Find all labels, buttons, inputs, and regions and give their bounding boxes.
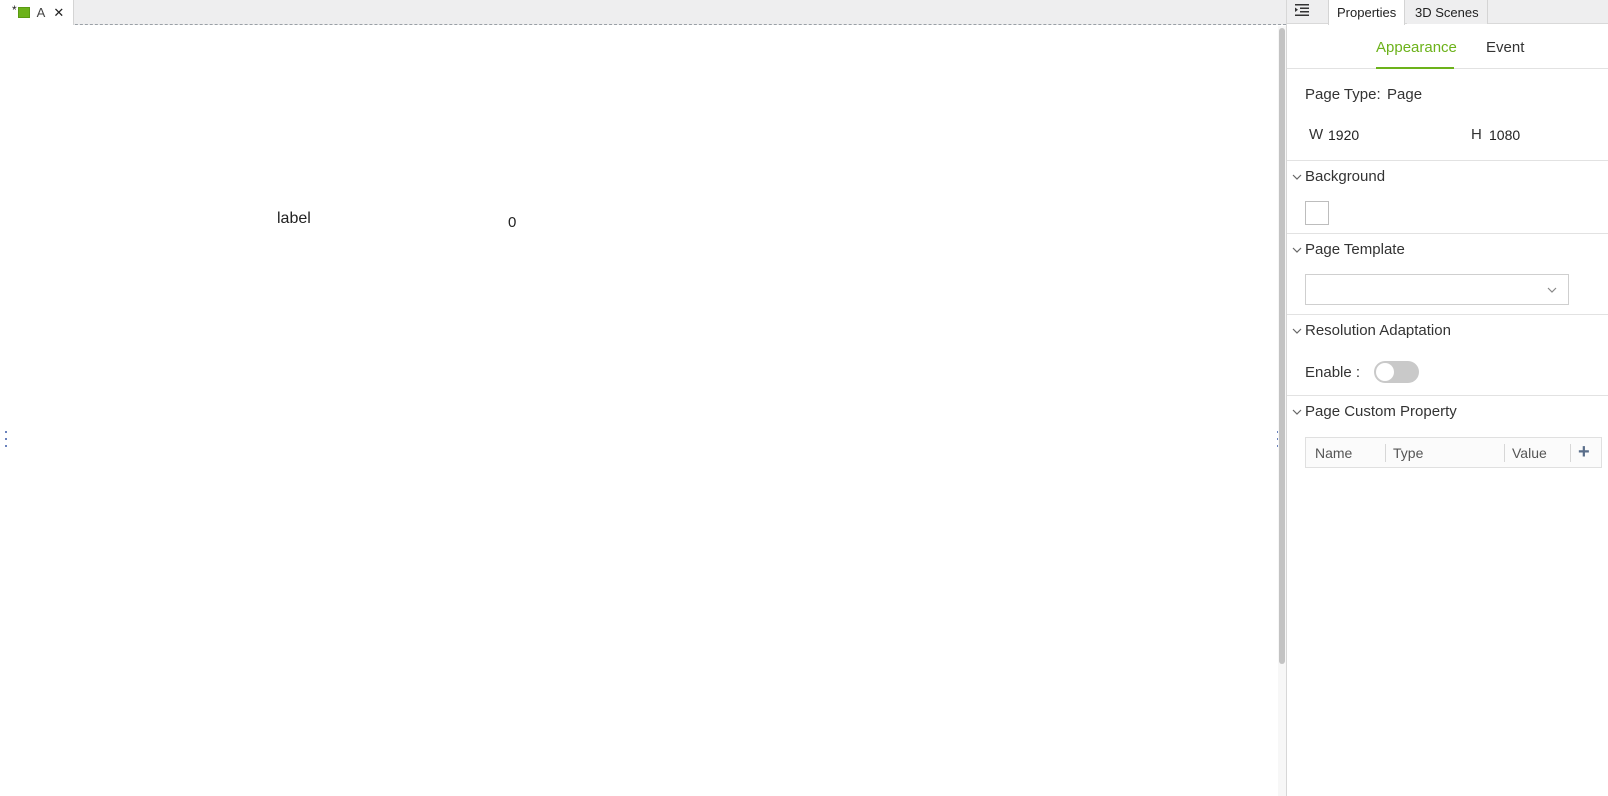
page-icon <box>17 7 30 18</box>
column-separator <box>1385 444 1386 462</box>
height-label: H <box>1471 126 1482 143</box>
subtab-appearance[interactable]: Appearance <box>1376 39 1457 56</box>
chevron-down-icon <box>1292 328 1302 334</box>
chevron-down-icon <box>1292 247 1302 253</box>
height-value[interactable]: 1080 <box>1489 127 1520 143</box>
enable-label: Enable : <box>1305 364 1361 381</box>
width-value[interactable]: 1920 <box>1328 127 1359 143</box>
left-splitter-handle[interactable] <box>4 431 8 447</box>
column-header-value[interactable]: Value <box>1512 445 1547 461</box>
canvas-label-widget[interactable]: label <box>277 210 311 228</box>
toggle-knob <box>1376 363 1394 381</box>
column-separator <box>1570 444 1571 462</box>
column-header-type[interactable]: Type <box>1393 445 1423 461</box>
divider <box>1287 160 1608 161</box>
close-icon[interactable]: ✕ <box>53 5 64 21</box>
plus-icon[interactable]: + <box>1578 442 1590 462</box>
page-type-label: Page Type: <box>1305 86 1381 103</box>
outline-icon[interactable] <box>1295 3 1309 17</box>
page-template-select[interactable] <box>1305 274 1569 305</box>
section-resolution-header[interactable]: Resolution Adaptation <box>1291 322 1451 339</box>
section-custom-property-header[interactable]: Page Custom Property <box>1291 403 1457 420</box>
editor-area: * A ✕ label 0 <box>0 0 1286 796</box>
canvas-number-widget[interactable]: 0 <box>508 214 516 231</box>
section-background-title: Background <box>1305 168 1386 185</box>
section-page-template-title: Page Template <box>1305 241 1405 258</box>
section-page-template-header[interactable]: Page Template <box>1291 241 1405 258</box>
chevron-down-icon <box>1292 174 1302 180</box>
section-custom-property-title: Page Custom Property <box>1305 403 1457 420</box>
panel-tab-bar: Properties 3D Scenes <box>1287 0 1608 25</box>
divider <box>1287 233 1608 234</box>
resolution-enable-toggle[interactable] <box>1374 361 1419 383</box>
chevron-down-icon <box>1292 409 1302 415</box>
chevron-down-icon <box>1547 287 1557 293</box>
width-label: W <box>1309 126 1324 143</box>
property-subtabs: Appearance Event <box>1287 25 1608 69</box>
custom-property-table-header: Name Type Value + <box>1305 437 1602 468</box>
page-type-value: Page <box>1387 86 1423 103</box>
app-window: * A ✕ label 0 Properties 3D Scenes Appea… <box>0 0 1608 796</box>
vertical-scrollbar[interactable] <box>1278 26 1286 796</box>
section-resolution-title: Resolution Adaptation <box>1305 322 1451 339</box>
properties-panel: Properties 3D Scenes Appearance Event Pa… <box>1286 0 1608 796</box>
column-separator <box>1504 444 1505 462</box>
document-tab-label: A <box>36 5 46 20</box>
section-background-header[interactable]: Background <box>1291 168 1385 185</box>
tab-properties[interactable]: Properties <box>1328 0 1406 25</box>
subtab-event[interactable]: Event <box>1486 39 1524 56</box>
unsaved-indicator: * <box>12 2 17 17</box>
tab-3d-scenes[interactable]: 3D Scenes <box>1407 0 1488 24</box>
document-tab[interactable]: * A ✕ <box>0 0 74 25</box>
divider <box>1287 314 1608 315</box>
document-tab-bar: * A ✕ <box>0 0 1286 25</box>
design-canvas[interactable]: label 0 <box>0 26 1282 796</box>
scrollbar-thumb[interactable] <box>1279 28 1285 664</box>
column-header-name[interactable]: Name <box>1315 445 1352 461</box>
active-subtab-indicator <box>1376 67 1454 69</box>
divider <box>1287 395 1608 396</box>
background-color-swatch[interactable] <box>1305 201 1329 225</box>
